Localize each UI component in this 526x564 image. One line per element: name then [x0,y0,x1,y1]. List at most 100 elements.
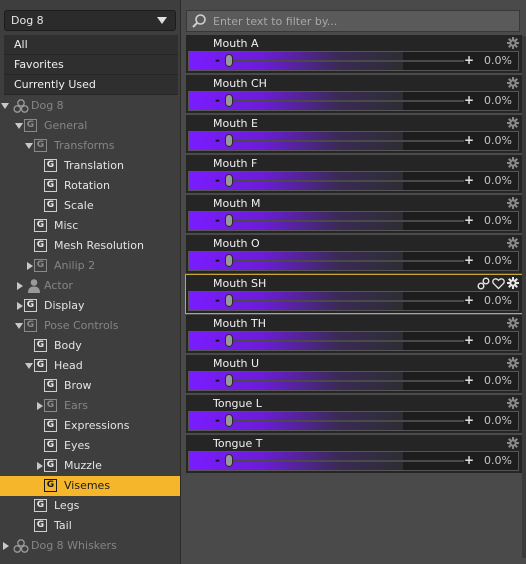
tree-item-misc[interactable]: G Misc [0,216,180,236]
gear-icon[interactable] [507,237,519,249]
slider-mouth-sh[interactable]: Mouth SH - +0.0% [185,274,523,314]
slider-track[interactable]: - +0.0% [188,91,519,111]
tree-item-anilip-2[interactable]: G Anilip 2 [0,256,180,276]
tree-item-mesh-resolution[interactable]: G Mesh Resolution [0,236,180,256]
slider-track[interactable]: - +0.0% [188,291,519,311]
increment-button[interactable]: + [464,412,474,429]
tree-item-eyes[interactable]: G Eyes [0,436,180,456]
slider-value[interactable]: 0.0% [484,212,512,230]
increment-button[interactable]: + [464,252,474,269]
increment-button[interactable]: + [464,452,474,469]
slider-track[interactable]: - +0.0% [188,331,519,351]
slider-tongue-t[interactable]: Tongue T - +0.0% [186,435,522,473]
slider-value[interactable]: 0.0% [484,52,512,70]
expand-right-icon[interactable] [14,296,24,316]
expand-right-icon[interactable] [14,276,24,296]
node-select-dropdown[interactable]: Dog 8 [4,10,176,31]
slider-value[interactable]: 0.0% [484,92,512,110]
filter-all[interactable]: All [4,35,178,55]
slider-track[interactable]: - +0.0% [188,251,519,271]
slider-track[interactable]: - +0.0% [188,371,519,391]
slider-track[interactable]: - +0.0% [188,171,519,191]
slider-mouth-f[interactable]: Mouth F - +0.0% [186,155,522,193]
slider-track[interactable]: - +0.0% [188,211,519,231]
decrement-button[interactable]: - [215,412,220,429]
favorite-heart-icon[interactable] [492,277,505,290]
slider-track[interactable]: - +0.0% [188,131,519,151]
tree-item-general[interactable]: G General [0,116,180,136]
increment-button[interactable]: + [464,332,474,349]
increment-button[interactable]: + [464,92,474,109]
expand-down-icon[interactable] [24,356,34,376]
slider-mouth-ch[interactable]: Mouth CH - +0.0% [186,75,522,113]
slider-handle[interactable] [225,374,233,387]
slider-mouth-o[interactable]: Mouth O - +0.0% [186,235,522,273]
filter-favorites[interactable]: Favorites [4,55,178,75]
expand-down-icon[interactable] [14,316,24,336]
tree-item-rotation[interactable]: G Rotation [0,176,180,196]
tree-item-expressions[interactable]: G Expressions [0,416,180,436]
gear-icon[interactable] [507,157,519,169]
expand-down-icon[interactable] [0,96,10,116]
tree-item-actor[interactable]: Actor [0,276,180,296]
expand-right-icon[interactable] [24,256,34,276]
tree-item-pose-controls[interactable]: G Pose Controls [0,316,180,336]
increment-button[interactable]: + [464,132,474,149]
tree-item-display[interactable]: G Display [0,296,180,316]
gear-icon[interactable] [507,197,519,209]
tree-item-brow[interactable]: G Brow [0,376,180,396]
filter-currently-used[interactable]: Currently Used [4,75,178,95]
slider-mouth-th[interactable]: Mouth TH - +0.0% [186,315,522,353]
slider-handle[interactable] [225,414,233,427]
slider-handle[interactable] [225,254,233,267]
slider-mouth-u[interactable]: Mouth U - +0.0% [186,355,522,393]
decrement-button[interactable]: - [215,332,220,349]
slider-handle[interactable] [225,54,233,67]
increment-button[interactable]: + [464,292,474,309]
expand-right-icon[interactable] [34,396,44,416]
slider-track[interactable]: - +0.0% [188,51,519,71]
increment-button[interactable]: + [464,212,474,229]
link-icon[interactable] [477,277,490,290]
slider-value[interactable]: 0.0% [484,132,512,150]
slider-handle[interactable] [225,134,233,147]
tree-item-ears[interactable]: G Ears [0,396,180,416]
decrement-button[interactable]: - [215,52,220,69]
slider-value[interactable]: 0.0% [484,452,512,470]
increment-button[interactable]: + [464,372,474,389]
gear-icon[interactable] [507,437,519,449]
search-input[interactable] [213,12,517,30]
tree-item-translation[interactable]: G Translation [0,156,180,176]
slider-value[interactable]: 0.0% [484,172,512,190]
search-icon[interactable] [191,13,207,29]
decrement-button[interactable]: - [215,292,220,309]
tree-item-scale[interactable]: G Scale [0,196,180,216]
slider-value[interactable]: 0.0% [484,412,512,430]
slider-track[interactable]: - +0.0% [188,451,519,471]
expand-right-icon[interactable] [34,456,44,476]
slider-handle[interactable] [225,334,233,347]
gear-icon[interactable] [507,37,519,49]
scrollbar[interactable] [522,36,526,558]
gear-icon[interactable] [507,77,519,89]
slider-mouth-e[interactable]: Mouth E - +0.0% [186,115,522,153]
decrement-button[interactable]: - [215,212,220,229]
gear-icon[interactable] [507,117,519,129]
tree-item-body[interactable]: G Body [0,336,180,356]
slider-tongue-l[interactable]: Tongue L - +0.0% [186,395,522,433]
tree-item-visemes[interactable]: G Visemes [0,476,180,496]
tree-item-dog-8[interactable]: Dog 8 [0,96,180,116]
decrement-button[interactable]: - [215,372,220,389]
tree-item-tail[interactable]: G Tail [0,516,180,536]
tree-item-legs[interactable]: G Legs [0,496,180,516]
decrement-button[interactable]: - [215,132,220,149]
gear-icon[interactable] [507,357,519,369]
gear-icon[interactable] [507,277,519,289]
slider-track[interactable]: - +0.0% [188,411,519,431]
expand-down-icon[interactable] [14,116,24,136]
slider-mouth-a[interactable]: Mouth A - +0.0% [186,35,522,73]
slider-value[interactable]: 0.0% [484,332,512,350]
slider-value[interactable]: 0.0% [484,372,512,390]
expand-right-icon[interactable] [0,536,10,556]
slider-handle[interactable] [225,174,233,187]
